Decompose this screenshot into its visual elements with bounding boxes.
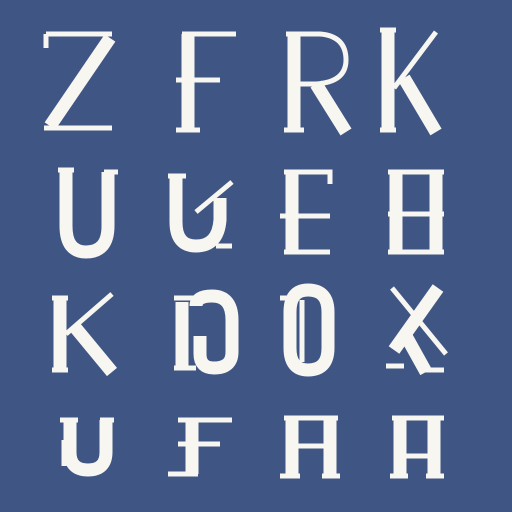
glyph-r1-c4-K <box>380 27 442 136</box>
glyph-r2-c3-E <box>280 169 333 255</box>
glyph-r4-c2-F <box>168 417 232 477</box>
letter-grid <box>43 27 448 479</box>
glyph-r3-c4-X <box>386 284 448 376</box>
glyph-r4-c3-A <box>280 415 340 479</box>
glyph-r3-c3-O <box>280 283 335 377</box>
glyph-r2-c2-U <box>168 173 234 253</box>
glyph-r1-c2-E <box>176 31 236 133</box>
glyph-r3-c1-K <box>52 292 118 377</box>
glyph-r1-c3-R <box>284 31 352 136</box>
glyph-r4-c4-A <box>390 415 444 479</box>
glyph-r3-c2-G <box>174 289 239 375</box>
glyph-r4-c1-U <box>60 417 114 477</box>
letter-grid-canvas <box>0 0 512 512</box>
glyph-r2-c4-B <box>388 169 444 255</box>
glyph-r1-c1-Z <box>43 31 116 131</box>
glyph-r2-c1-U <box>58 167 118 259</box>
